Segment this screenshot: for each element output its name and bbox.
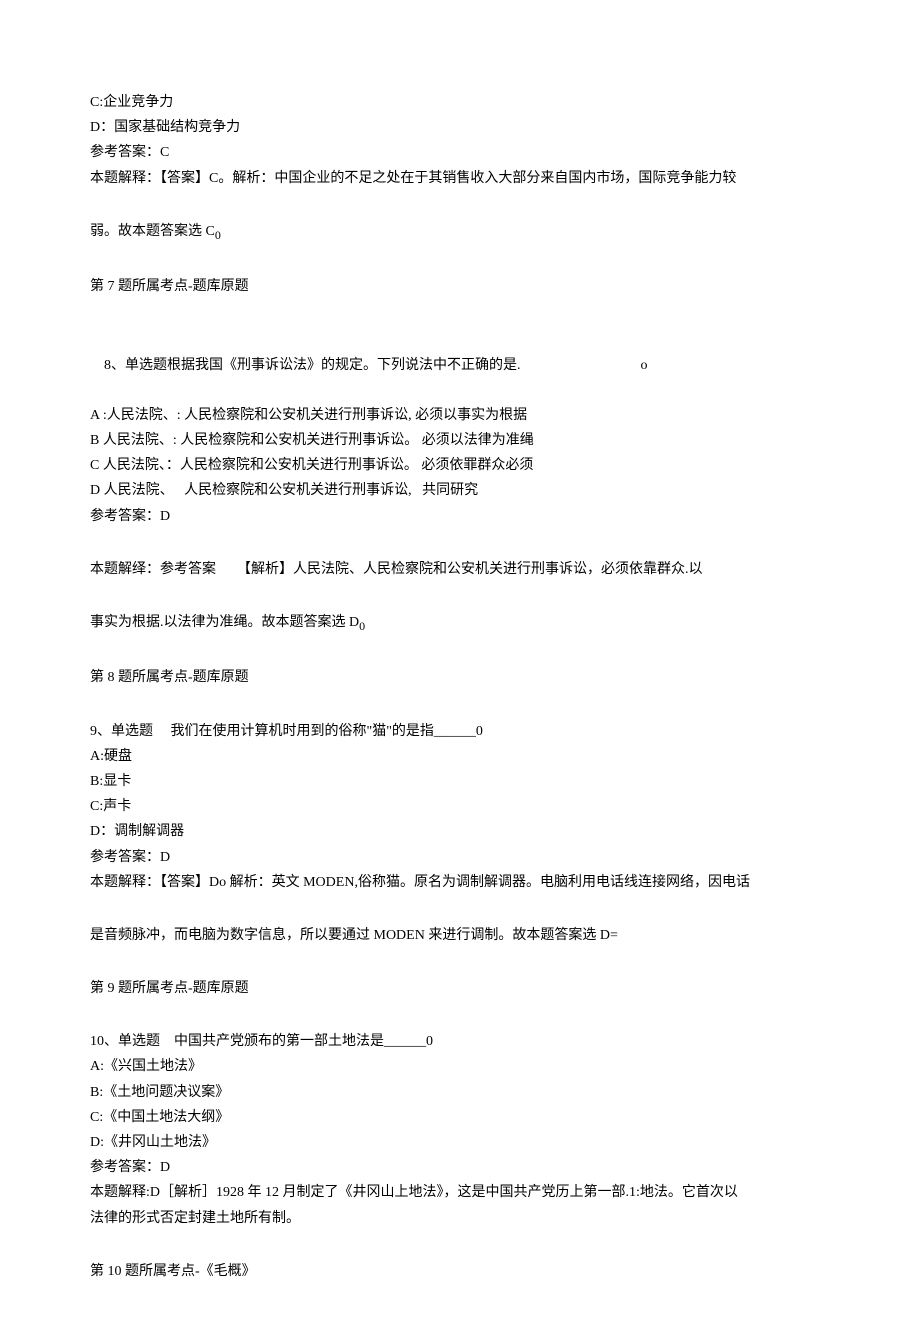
reference-answer: 参考答案：D — [90, 504, 830, 529]
explanation-part1: 本题解绎：参考答案 【解析】人民法院、人民检察院和公安机关进行刑事诉讼，必须依靠… — [90, 557, 830, 582]
question-8-explanation: 本题解绎：参考答案 【解析】人民法院、人民检察院和公安机关进行刑事诉讼，必须依靠… — [90, 557, 830, 582]
subscript-zero: 0 — [215, 228, 221, 242]
option-a: A :人民法院、: 人民检察院和公安机关进行刑事诉讼, 必须以事实为根据 — [90, 403, 830, 428]
option-c: C:声卡 — [90, 794, 830, 819]
option-b: B:《土地问题决议案》 — [90, 1080, 830, 1105]
explanation-part2a: 事实为根据.以法律为准绳。故本题答案选 D — [90, 615, 359, 630]
topic-tag: 第 10 题所属考点-《毛概》 — [90, 1259, 830, 1284]
question-stem: 9、单选题 我们在使用计算机时用到的俗称"猫"的是指______0 — [90, 719, 830, 744]
question-stem: 8、单选题根据我国《刑事诉讼法》的规定。下列说法中不正确的是. o — [90, 327, 830, 403]
topic-tag: 第 9 题所属考点-题库原题 — [90, 976, 830, 1001]
question-9: 9、单选题 我们在使用计算机时用到的俗称"猫"的是指______0 A:硬盘 B… — [90, 719, 830, 895]
option-d: D 人民法院、 人民检察院和公安机关进行刑事诉讼, 共同研究 — [90, 478, 830, 503]
option-b: B:显卡 — [90, 769, 830, 794]
question-8-tag: 第 8 题所属考点-题库原题 — [90, 665, 830, 690]
explanation-part1: 本题解释：【答案】C。解析：中国企业的不足之处在于其销售收入大部分来自国内市场，… — [90, 166, 830, 191]
option-a: A:《兴国土地法》 — [90, 1054, 830, 1079]
question-10: 10、单选题 中国共产党颁布的第一部土地法是______0 A:《兴国土地法》 … — [90, 1029, 830, 1231]
option-d: D：调制解调器 — [90, 819, 830, 844]
reference-answer: 参考答案：D — [90, 845, 830, 870]
question-8: 8、单选题根据我国《刑事诉讼法》的规定。下列说法中不正确的是. o A :人民法院… — [90, 327, 830, 529]
question-10-tag: 第 10 题所属考点-《毛概》 — [90, 1259, 830, 1284]
question-9-tag: 第 9 题所属考点-题库原题 — [90, 976, 830, 1001]
question-stem: 10、单选题 中国共产党颁布的第一部土地法是______0 — [90, 1029, 830, 1054]
option-d: D：国家基础结构竞争力 — [90, 115, 830, 140]
option-b: B 人民法院、: 人民检察院和公安机关进行刑事诉讼。 必须以法律为准绳 — [90, 428, 830, 453]
explanation-part2: 法律的形式否定封建土地所有制。 — [90, 1206, 830, 1231]
question-7-tail: C:企业竞争力 D：国家基础结构竞争力 参考答案：C 本题解释：【答案】C。解析… — [90, 90, 830, 191]
stem-trailing: o — [641, 358, 648, 373]
explanation-part2a: 弱。故本题答案选 C — [90, 224, 215, 239]
option-c: C:《中国土地法大纲》 — [90, 1105, 830, 1130]
option-d: D:《井冈山土地法》 — [90, 1130, 830, 1155]
stem-text: 8、单选题根据我国《刑事诉讼法》的规定。下列说法中不正确的是. — [104, 358, 521, 373]
reference-answer: 参考答案：C — [90, 140, 830, 165]
option-c: C 人民法院、：人民检察院和公安机关进行刑事诉讼。 必须依罪群众必须 — [90, 453, 830, 478]
question-8-explanation-cont: 事实为根据.以法律为准绳。故本题答案选 D0 — [90, 610, 830, 637]
explanation-part1: 本题解释:D［解析］1928 年 12 月制定了《井冈山上地法》，这是中国共产党… — [90, 1180, 830, 1205]
question-7-tag: 第 7 题所属考点-题库原题 — [90, 274, 830, 299]
reference-answer: 参考答案：D — [90, 1155, 830, 1180]
question-9-explanation-cont: 是音频脉冲，而电脑为数字信息，所以要通过 MODEN 来进行调制。故本题答案选 … — [90, 923, 830, 948]
option-c: C:企业竞争力 — [90, 90, 830, 115]
explanation-part2: 是音频脉冲，而电脑为数字信息，所以要通过 MODEN 来进行调制。故本题答案选 … — [90, 923, 830, 948]
subscript-zero: 0 — [359, 619, 365, 633]
question-7-explanation-cont: 弱。故本题答案选 C0 — [90, 219, 830, 246]
topic-tag: 第 7 题所属考点-题库原题 — [90, 274, 830, 299]
topic-tag: 第 8 题所属考点-题库原题 — [90, 665, 830, 690]
explanation-part1: 本题解释：【答案】Do 解析：英文 MODEN,俗称猫。原名为调制解调器。电脑利… — [90, 870, 830, 895]
option-a: A:硬盘 — [90, 744, 830, 769]
